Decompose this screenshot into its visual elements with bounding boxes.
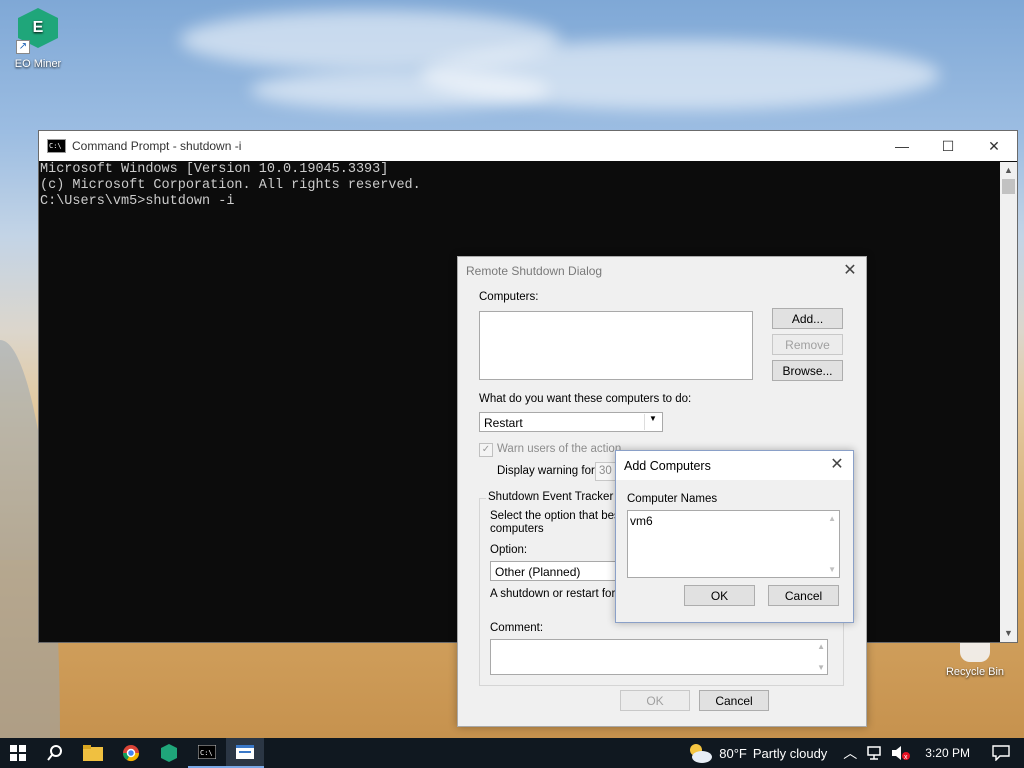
partly-cloudy-icon[interactable] [687,742,713,764]
ok-button[interactable]: OK [620,690,690,711]
action-select[interactable]: Restart ▼ [479,412,663,432]
desktop-icon-label: Recycle Bin [945,666,1005,678]
option-select-value: Other (Planned) [495,565,581,579]
cmd-scrollbar[interactable]: ▲ ▼ [1000,162,1017,642]
warn-users-label: Warn users of the action [497,443,622,455]
console-line: Microsoft Windows [Version 10.0.19045.33… [40,162,389,177]
cmd-title-bar[interactable]: C:\ Command Prompt - shutdown -i — ☐ ✕ [39,131,1017,161]
computer-names-label: Computer Names [627,493,718,505]
chrome-icon [122,745,140,762]
cmd-icon: C:\ [198,745,216,759]
desktop-icon-eo-miner[interactable]: E ↗ EO Miner [8,8,68,70]
cloud [250,70,550,110]
select-option-text: Select the option that best [490,510,623,522]
action-label: What do you want these computers to do: [479,393,692,405]
chevron-up-icon[interactable]: ︿ [843,743,857,763]
option-description: A shutdown or restart for a [490,588,625,600]
dialog-title: Add Computers [616,451,853,480]
scroll-down-icon[interactable]: ▼ [828,565,836,574]
remove-button[interactable]: Remove [772,334,843,355]
taskbar: C:\ 80°F Partly cloudy ︿ x 3:20 PM [0,738,1024,768]
scroll-down-icon[interactable]: ▼ [1000,625,1017,642]
taskbar-eo-miner[interactable] [150,738,188,768]
ok-button[interactable]: OK [684,585,755,606]
taskbar-file-explorer[interactable] [74,738,112,768]
display-warning-value: 30 [599,465,612,477]
recycle-bin-icon [960,640,990,662]
computer-names-input[interactable]: vm6 ▲ ▼ [627,510,840,578]
search-button[interactable] [36,738,74,768]
action-select-value: Restart [484,416,523,430]
scroll-thumb[interactable] [1002,179,1015,194]
console-line: C:\Users\vm5>shutdown -i [40,194,235,209]
minimize-button[interactable]: — [879,131,925,161]
close-icon[interactable]: ✕ [840,261,860,281]
computer-names-value: vm6 [630,514,653,528]
display-warning-label: Display warning for [497,465,595,477]
option-label: Option: [490,544,528,556]
weather-description[interactable]: Partly cloudy [753,746,827,761]
desktop-icon-recycle-bin[interactable]: Recycle Bin [940,640,1010,678]
desktop-icon-label: EO Miner [14,58,62,70]
browse-button[interactable]: Browse... [772,360,843,381]
scroll-up-icon[interactable]: ▲ [817,642,825,651]
weather-temperature[interactable]: 80°F [719,746,747,761]
dialog-title: Remote Shutdown Dialog [466,264,603,278]
cancel-button[interactable]: Cancel [699,690,769,711]
start-button[interactable] [0,738,36,768]
clock-time[interactable]: 3:20 PM [925,746,970,760]
dialog-window-icon [236,745,254,759]
select-option-text-2: computers [490,523,544,535]
computers-list[interactable] [479,311,753,380]
scroll-up-icon[interactable]: ▲ [828,514,836,523]
windows-icon [10,745,26,761]
chevron-down-icon: ▼ [644,414,661,430]
svg-text:C:\: C:\ [200,749,213,757]
network-icon[interactable] [867,745,885,761]
tracker-label: Shutdown Event Tracker [486,491,616,503]
scroll-up-icon[interactable]: ▲ [1000,162,1017,179]
add-button[interactable]: Add... [772,308,843,329]
cmd-window-title: Command Prompt - shutdown -i [72,139,242,153]
svg-text:x: x [904,754,908,761]
eo-miner-icon [161,744,177,762]
notifications-icon[interactable] [992,745,1010,761]
add-computers-dialog[interactable]: Add Computers ✕ Computer Names vm6 ▲ ▼ O… [615,450,854,623]
warn-users-checkbox[interactable]: ✓ [479,443,493,457]
close-button[interactable]: ✕ [971,131,1017,161]
close-icon[interactable]: ✕ [827,455,847,475]
console-line: (c) Microsoft Corporation. All rights re… [40,178,421,193]
option-select[interactable]: Other (Planned) [490,561,620,581]
scroll-down-icon[interactable]: ▼ [817,663,825,672]
maximize-button[interactable]: ☐ [925,131,971,161]
taskbar-command-prompt[interactable]: C:\ [188,738,226,768]
comment-label: Comment: [490,622,544,634]
search-icon [47,745,62,761]
system-tray: 80°F Partly cloudy ︿ x 3:20 PM [687,738,1024,768]
cmd-app-icon: C:\ [47,139,66,153]
taskbar-chrome[interactable] [112,738,150,768]
taskbar-remote-shutdown[interactable] [226,738,264,768]
shortcut-arrow-icon: ↗ [16,40,30,54]
volume-muted-icon[interactable]: x [891,745,911,761]
folder-icon [83,745,103,761]
cancel-button[interactable]: Cancel [768,585,839,606]
computers-label: Computers: [479,291,539,303]
comment-textarea[interactable]: ▲ ▼ [490,639,828,675]
